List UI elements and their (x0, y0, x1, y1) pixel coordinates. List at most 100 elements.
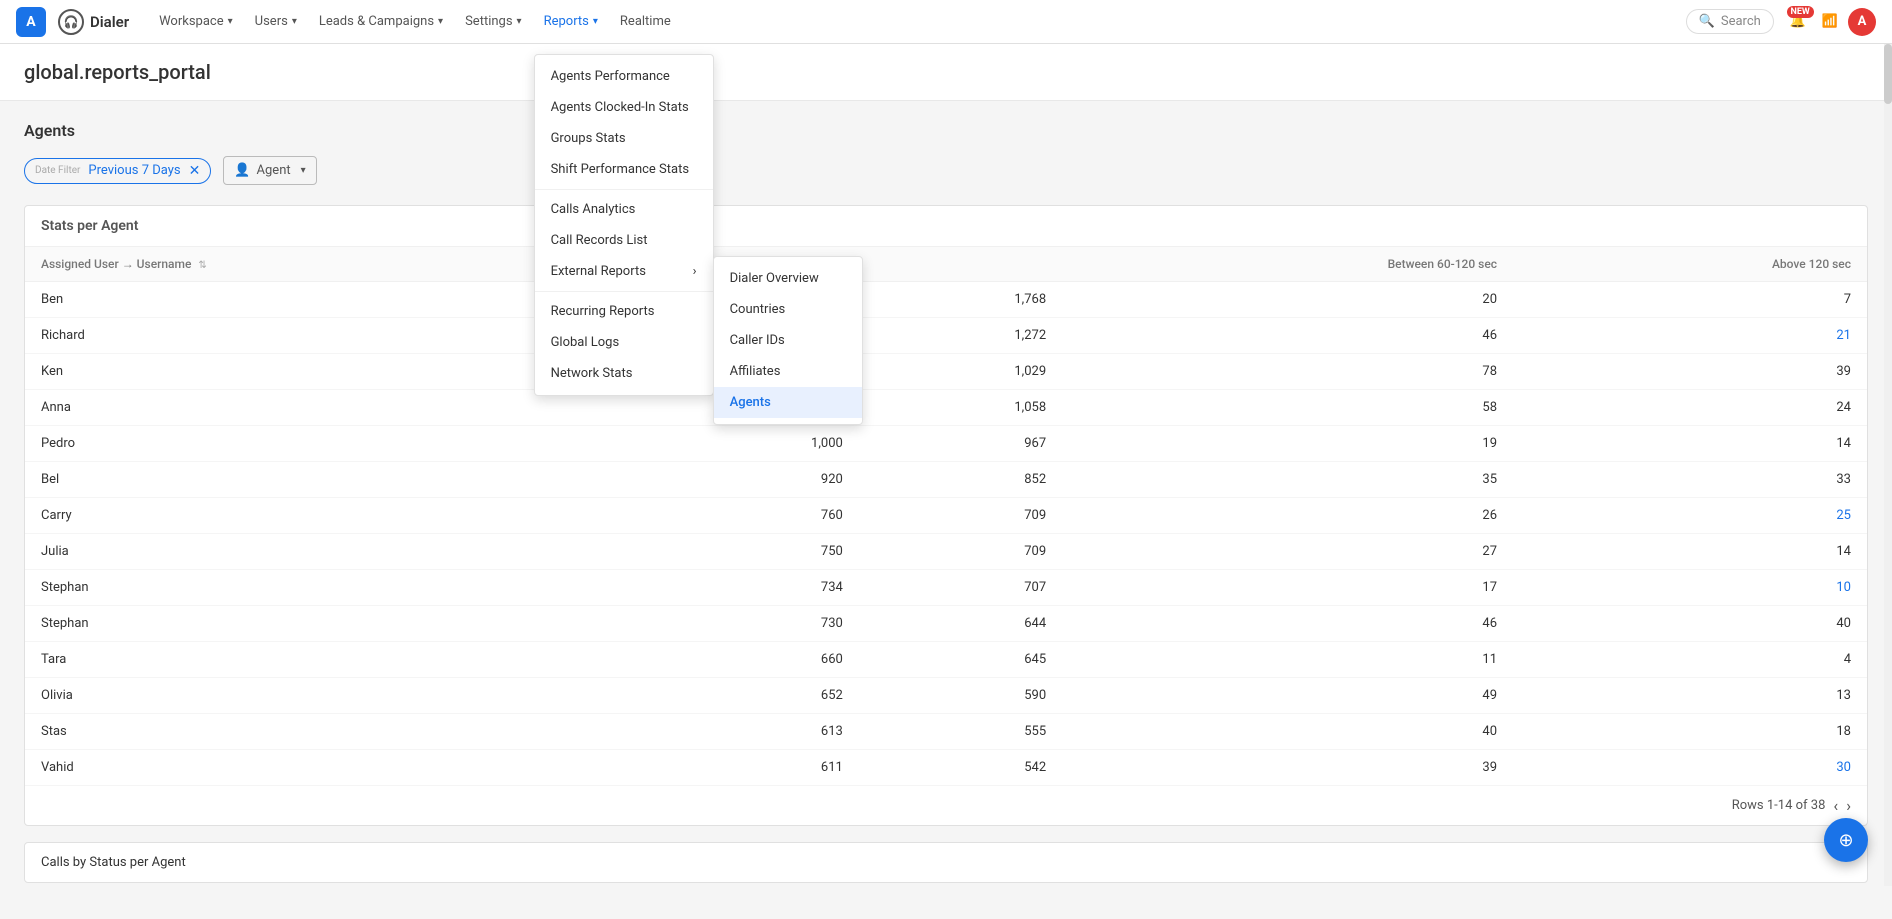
menu-item-external-reports[interactable]: External Reports › Dialer Overview Count… (535, 256, 713, 287)
chevron-down-icon: ▾ (301, 165, 306, 176)
cell-col3: 590 (859, 678, 1062, 714)
cell-between: 46 (1062, 318, 1513, 354)
nav-menu: Workspace ▾ Users ▾ Leads & Campaigns ▾ … (149, 10, 1678, 33)
cell-between: 49 (1062, 678, 1513, 714)
cell-above: 21 (1513, 318, 1867, 354)
cell-total: 920 (655, 462, 858, 498)
cell-col3: 542 (859, 750, 1062, 786)
cell-col3: 707 (859, 570, 1062, 606)
cell-between: 78 (1062, 354, 1513, 390)
date-filter-clear[interactable]: ✕ (189, 163, 201, 179)
nav-item-settings[interactable]: Settings ▾ (455, 10, 532, 33)
menu-item-calls-analytics[interactable]: Calls Analytics (535, 194, 713, 225)
menu-item-groups-stats[interactable]: Groups Stats (535, 123, 713, 154)
nav-item-workspace[interactable]: Workspace ▾ (149, 10, 243, 33)
cell-col3: 709 (859, 498, 1062, 534)
menu-item-network-stats[interactable]: Network Stats (535, 358, 713, 389)
cell-total: 760 (655, 498, 858, 534)
submenu-caller-ids[interactable]: Caller IDs (714, 325, 862, 356)
cell-above: 4 (1513, 642, 1867, 678)
cell-total: 750 (655, 534, 858, 570)
chevron-down-icon: ▾ (292, 16, 297, 27)
cell-between: 19 (1062, 426, 1513, 462)
agent-filter-label: Agent (257, 163, 291, 178)
cell-above: 7 (1513, 282, 1867, 318)
agent-icon: 👤 (234, 163, 250, 178)
cell-above: 18 (1513, 714, 1867, 750)
table-row: Ben 1,795 1,768 20 7 (25, 282, 1867, 318)
cell-col3: 852 (859, 462, 1062, 498)
cell-name: Stas (25, 714, 655, 750)
cell-between: 11 (1062, 642, 1513, 678)
menu-item-agents-performance[interactable]: Agents Performance (535, 61, 713, 92)
cell-col3: 644 (859, 606, 1062, 642)
cell-above: 30 (1513, 750, 1867, 786)
app-logo[interactable]: A (16, 7, 46, 37)
table-row: Bel 920 852 35 33 (25, 462, 1867, 498)
cell-between: 35 (1062, 462, 1513, 498)
page-header: global.reports_portal (0, 44, 1892, 101)
nav-item-leads[interactable]: Leads & Campaigns ▾ (309, 10, 453, 33)
fab-icon: ⊕ (1838, 830, 1853, 851)
main-content: Agents Date Filter Previous 7 Days ✕ 👤 A… (0, 101, 1892, 919)
cell-between: 27 (1062, 534, 1513, 570)
menu-item-call-records[interactable]: Call Records List (535, 225, 713, 256)
table-row: Julia 750 709 27 14 (25, 534, 1867, 570)
user-avatar[interactable]: A (1848, 8, 1876, 36)
cell-between: 40 (1062, 714, 1513, 750)
cell-col3: 555 (859, 714, 1062, 750)
notification-button[interactable]: 🔔 NEW (1784, 8, 1812, 36)
notification-badge: NEW (1787, 6, 1814, 18)
menu-item-shift-performance[interactable]: Shift Performance Stats (535, 154, 713, 185)
cell-above: 10 (1513, 570, 1867, 606)
table-row: Carry 760 709 26 25 (25, 498, 1867, 534)
sort-icon: ⇅ (198, 260, 206, 271)
section-title: Agents (24, 121, 1868, 140)
submenu-agents[interactable]: Agents (714, 387, 862, 418)
menu-item-recurring-reports[interactable]: Recurring Reports (535, 296, 713, 327)
nav-item-users[interactable]: Users ▾ (245, 10, 307, 33)
external-reports-submenu: Dialer Overview Countries Caller IDs Aff… (713, 256, 863, 425)
cell-name: Olivia (25, 678, 655, 714)
nav-item-reports[interactable]: Reports ▾ Agents Performance Agents Cloc… (534, 10, 608, 33)
cell-total: 730 (655, 606, 858, 642)
scrollbar-track (1884, 44, 1892, 886)
prev-page-button[interactable]: ‹ (1833, 796, 1838, 815)
cell-name: Stephan (25, 570, 655, 606)
stats-table-section: Stats per Agent Assigned User → Username… (24, 205, 1868, 826)
pagination-text: Rows 1-14 of 38 (1732, 798, 1826, 813)
cell-col3: 967 (859, 426, 1062, 462)
next-page-button[interactable]: › (1846, 796, 1851, 815)
cell-above: 33 (1513, 462, 1867, 498)
cell-name: Pedro (25, 426, 655, 462)
search-bar[interactable]: 🔍 Search (1686, 9, 1774, 34)
chevron-down-icon: ▾ (228, 16, 233, 27)
stats-table: Assigned User → Username ⇅ To... Between… (25, 247, 1867, 786)
scrollbar-thumb[interactable] (1884, 44, 1892, 104)
table-body: Ben 1,795 1,768 20 7 Richard 1,339 1,272… (25, 282, 1867, 786)
cell-col3: 1,768 (859, 282, 1062, 318)
pagination: Rows 1-14 of 38 ‹ › (25, 786, 1867, 825)
nav-right: 🔍 Search 🔔 NEW 📶 A (1686, 8, 1876, 36)
table-row: Stephan 730 644 46 40 (25, 606, 1867, 642)
dialer-brand: 🎧 Dialer (58, 9, 129, 35)
nav-item-realtime[interactable]: Realtime (610, 10, 681, 33)
table-heading: Stats per Agent (25, 206, 1867, 247)
cell-name: Bel (25, 462, 655, 498)
date-filter-chip[interactable]: Date Filter Previous 7 Days ✕ (24, 158, 211, 184)
table-row: Olivia 652 590 49 13 (25, 678, 1867, 714)
menu-item-global-logs[interactable]: Global Logs (535, 327, 713, 358)
fab-button[interactable]: ⊕ (1824, 818, 1868, 862)
table-row: Anna 1,140 1,058 58 24 (25, 390, 1867, 426)
cell-name: Stephan (25, 606, 655, 642)
table-row: Tara 660 645 11 4 (25, 642, 1867, 678)
agent-filter[interactable]: 👤 Agent ▾ (223, 156, 316, 185)
date-filter-wrapper: Date Filter Previous 7 Days ✕ (24, 158, 211, 184)
submenu-affiliates[interactable]: Affiliates (714, 356, 862, 387)
cell-total: 611 (655, 750, 858, 786)
submenu-dialer-overview[interactable]: Dialer Overview (714, 263, 862, 294)
submenu-countries[interactable]: Countries (714, 294, 862, 325)
menu-item-agents-clocked-in[interactable]: Agents Clocked-In Stats (535, 92, 713, 123)
calls-status-label: Calls by Status per Agent (41, 855, 186, 870)
col-above: Above 120 sec (1513, 247, 1867, 282)
